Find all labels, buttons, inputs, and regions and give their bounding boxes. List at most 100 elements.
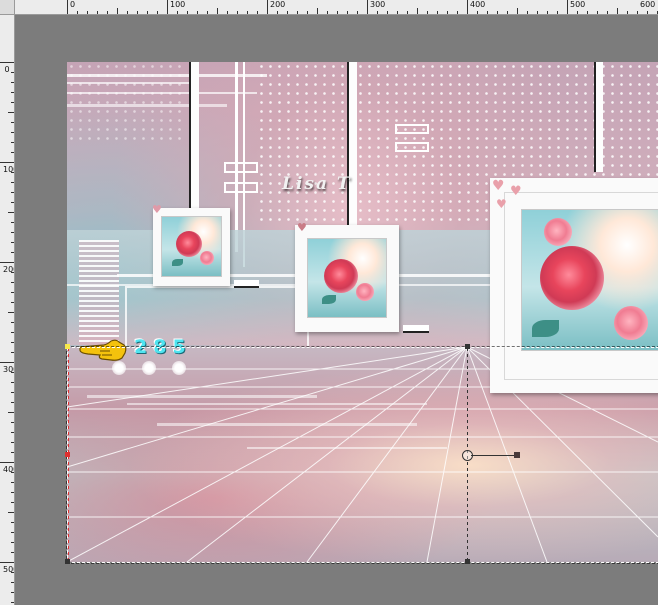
shelf xyxy=(234,280,259,288)
ruler-tick xyxy=(11,192,14,193)
handle-middle-left[interactable] xyxy=(65,452,70,457)
ruler-tick xyxy=(8,412,14,413)
ruler-tick xyxy=(8,112,14,113)
ruler-tick xyxy=(11,552,14,553)
ruler-tick xyxy=(11,322,14,323)
heart-icon: ♥ xyxy=(492,178,505,194)
ruler-tick xyxy=(457,11,458,14)
ruler-tick xyxy=(11,522,14,523)
ruler-tick xyxy=(297,11,298,14)
ruler-tick xyxy=(11,72,14,73)
ruler-label-0: 0 xyxy=(70,0,76,9)
pillar-thin xyxy=(235,62,238,252)
leaf xyxy=(172,259,183,267)
ruler-tick xyxy=(0,262,14,263)
ruler-tick xyxy=(487,11,488,14)
light-line xyxy=(67,92,257,94)
ruler-label-v300: 300 xyxy=(3,365,14,374)
deco-rect xyxy=(395,124,429,134)
ruler-tick xyxy=(157,11,158,14)
ruler-tick xyxy=(67,0,68,14)
ruler-tick xyxy=(11,602,14,603)
ruler-tick xyxy=(167,0,168,14)
horizontal-ruler[interactable]: 0 100 200 300 400 500 600 xyxy=(0,0,658,15)
rose xyxy=(356,283,374,301)
ruler-tick xyxy=(11,452,14,453)
ruler-tick xyxy=(287,11,288,14)
ruler-tick xyxy=(77,11,78,14)
ruler-tick xyxy=(0,362,14,363)
ruler-tick xyxy=(247,11,248,14)
ruler-tick xyxy=(11,392,14,393)
ruler-tick xyxy=(597,11,598,14)
ruler-tick xyxy=(557,11,558,14)
ruler-tick xyxy=(11,432,14,433)
ruler-tick xyxy=(11,102,14,103)
ruler-tick xyxy=(187,11,188,14)
ruler-tick xyxy=(11,572,14,573)
striped-block xyxy=(79,240,119,345)
ruler-label-v0: 0 xyxy=(4,65,10,74)
ruler-tick xyxy=(537,11,538,14)
ruler-tick xyxy=(137,11,138,14)
ruler-tick xyxy=(11,272,14,273)
ruler-tick xyxy=(607,11,608,14)
ruler-tick xyxy=(11,142,14,143)
ruler-tick xyxy=(377,11,378,14)
handle-top-left[interactable] xyxy=(65,344,70,349)
heart-icon: ♥ xyxy=(510,184,522,199)
rose-picture xyxy=(161,216,222,277)
rotation-arm-handle[interactable] xyxy=(514,452,520,458)
deco-rect xyxy=(395,142,429,152)
pillar xyxy=(347,62,357,227)
ruler-tick xyxy=(11,172,14,173)
ruler-tick xyxy=(547,11,548,14)
ruler-label-600: 600 xyxy=(640,0,656,9)
ruler-tick xyxy=(11,592,14,593)
vertical-ruler[interactable]: 0 100 200 300 400 500 xyxy=(0,0,15,605)
rotation-arm xyxy=(471,455,515,456)
ruler-tick xyxy=(11,332,14,333)
ruler-tick xyxy=(637,11,638,14)
ruler-tick xyxy=(447,11,448,14)
ruler-tick xyxy=(11,282,14,283)
ruler-tick xyxy=(11,482,14,483)
ruler-tick xyxy=(11,402,14,403)
ruler-tick xyxy=(107,11,108,14)
picture-frame-2: ♥ xyxy=(295,221,399,332)
ruler-label-200: 200 xyxy=(270,0,286,9)
leaf xyxy=(532,320,559,337)
ruler-tick xyxy=(627,11,628,14)
ruler-tick xyxy=(407,11,408,14)
shelf xyxy=(403,325,429,333)
ruler-tick xyxy=(257,11,258,14)
handle-bottom-left[interactable] xyxy=(65,559,70,564)
ruler-tick xyxy=(357,11,358,14)
ruler-tick xyxy=(577,11,578,14)
selection-box[interactable] xyxy=(66,346,658,564)
ruler-tick xyxy=(11,152,14,153)
ruler-tick xyxy=(11,82,14,83)
ruler-corner xyxy=(0,0,15,15)
ruler-tick xyxy=(11,582,14,583)
ruler-tick xyxy=(277,11,278,14)
leaf xyxy=(322,295,337,305)
ruler-label-500: 500 xyxy=(570,0,586,9)
ruler-tick xyxy=(177,11,178,14)
rose xyxy=(176,231,202,257)
light-line xyxy=(67,82,197,84)
ruler-tick xyxy=(11,252,14,253)
ruler-tick xyxy=(0,562,14,563)
ruler-tick xyxy=(217,8,218,14)
heart-icon: ♥ xyxy=(297,221,307,234)
ruler-tick xyxy=(467,0,468,14)
ruler-tick xyxy=(367,0,368,14)
ruler-tick xyxy=(8,512,14,513)
ruler-tick xyxy=(11,292,14,293)
ruler-tick xyxy=(337,11,338,14)
rose xyxy=(324,259,358,293)
ruler-tick xyxy=(227,11,228,14)
ruler-tick xyxy=(617,8,618,14)
ruler-tick xyxy=(587,11,588,14)
ruler-tick xyxy=(317,8,318,14)
